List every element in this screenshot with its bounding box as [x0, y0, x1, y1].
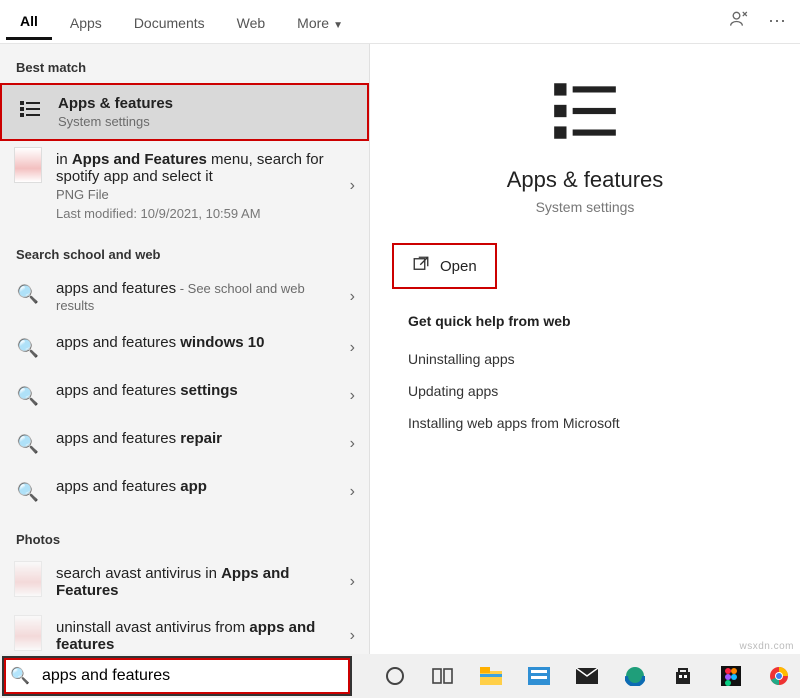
quick-help-header: Get quick help from web: [408, 313, 762, 329]
search-icon: 🔍: [14, 280, 42, 308]
result-title: apps and features repair: [56, 430, 336, 447]
file-thumbnail: [14, 619, 42, 647]
tab-more[interactable]: More▼: [283, 5, 357, 39]
task-view-icon[interactable]: [428, 661, 458, 691]
chevron-right-icon[interactable]: ›: [350, 435, 359, 453]
section-photos: Photos: [0, 516, 369, 555]
open-button[interactable]: Open: [392, 243, 497, 289]
filter-tabs: All Apps Documents Web More▼ ⋯: [0, 0, 800, 44]
detail-subtitle: System settings: [390, 199, 780, 215]
result-title: search avast antivirus in Apps and Featu…: [56, 565, 336, 599]
chevron-right-icon[interactable]: ›: [350, 483, 359, 501]
chevron-right-icon[interactable]: ›: [350, 177, 359, 195]
photo-result[interactable]: uninstall avast antivirus from apps and …: [0, 609, 369, 654]
result-title: apps and features settings: [56, 382, 336, 399]
file-thumbnail: [14, 151, 42, 179]
tab-all[interactable]: All: [6, 3, 52, 40]
detail-title: Apps & features: [390, 167, 780, 193]
search-icon: 🔍: [14, 334, 42, 362]
edge-icon[interactable]: [620, 661, 650, 691]
result-file-png[interactable]: in Apps and Features menu, search for sp…: [0, 141, 369, 231]
chrome-icon[interactable]: [764, 661, 794, 691]
result-title: apps and features - See school and web r…: [56, 280, 336, 314]
web-result[interactable]: 🔍 apps and features settings ›: [0, 372, 369, 420]
search-icon: 🔍: [14, 478, 42, 506]
web-result[interactable]: 🔍 apps and features app ›: [0, 468, 369, 516]
help-link[interactable]: Installing web apps from Microsoft: [408, 407, 762, 439]
result-subtitle: System settings: [58, 114, 357, 129]
section-search-web: Search school and web: [0, 231, 369, 270]
help-link[interactable]: Updating apps: [408, 375, 762, 407]
chevron-right-icon[interactable]: ›: [350, 339, 359, 357]
web-result[interactable]: 🔍 apps and features - See school and web…: [0, 270, 369, 324]
chevron-right-icon[interactable]: ›: [350, 627, 359, 645]
result-title: apps and features app: [56, 478, 336, 495]
results-panel: Best match Apps & features System settin…: [0, 44, 370, 654]
file-thumbnail: [14, 565, 42, 593]
result-title: Apps & features: [58, 95, 173, 112]
web-result[interactable]: 🔍 apps and features repair ›: [0, 420, 369, 468]
chevron-right-icon[interactable]: ›: [350, 573, 359, 591]
mail-icon[interactable]: [572, 661, 602, 691]
result-title: uninstall avast antivirus from apps and …: [56, 619, 336, 653]
tab-web[interactable]: Web: [223, 5, 280, 39]
web-result[interactable]: 🔍 apps and features windows 10 ›: [0, 324, 369, 372]
search-icon: 🔍: [4, 666, 36, 686]
store-icon[interactable]: [668, 661, 698, 691]
result-title: apps and features windows 10: [56, 334, 336, 351]
search-box[interactable]: 🔍: [2, 656, 352, 696]
tab-apps[interactable]: Apps: [56, 5, 116, 39]
chevron-down-icon: ▼: [333, 20, 343, 31]
open-icon: [412, 255, 430, 277]
result-modified: Last modified: 10/9/2021, 10:59 AM: [56, 206, 336, 221]
cortana-icon[interactable]: [380, 661, 410, 691]
search-icon: 🔍: [14, 430, 42, 458]
file-explorer-icon[interactable]: [476, 661, 506, 691]
more-options-icon[interactable]: ⋯: [760, 11, 794, 32]
result-filetype: PNG File: [56, 187, 336, 202]
open-label: Open: [440, 258, 477, 275]
photo-result[interactable]: search avast antivirus in Apps and Featu…: [0, 555, 369, 609]
taskbar: 🔍: [0, 654, 800, 698]
detail-panel: Apps & features System settings Open Get…: [370, 44, 800, 654]
help-link[interactable]: Uninstalling apps: [408, 343, 762, 375]
result-title: in Apps and Features menu, search for sp…: [56, 151, 336, 185]
search-icon: 🔍: [14, 382, 42, 410]
settings-list-icon: [16, 95, 44, 123]
figma-icon[interactable]: [716, 661, 746, 691]
tab-documents[interactable]: Documents: [120, 5, 219, 39]
feedback-icon[interactable]: [722, 9, 756, 34]
search-input[interactable]: [36, 663, 349, 689]
result-apps-and-features[interactable]: Apps & features System settings: [0, 83, 369, 141]
watermark: wsxdn.com: [739, 641, 794, 652]
app-icon[interactable]: [524, 661, 554, 691]
chevron-right-icon[interactable]: ›: [350, 387, 359, 405]
section-best-match: Best match: [0, 44, 369, 83]
chevron-right-icon[interactable]: ›: [350, 288, 359, 306]
apps-features-large-icon: [548, 74, 622, 151]
